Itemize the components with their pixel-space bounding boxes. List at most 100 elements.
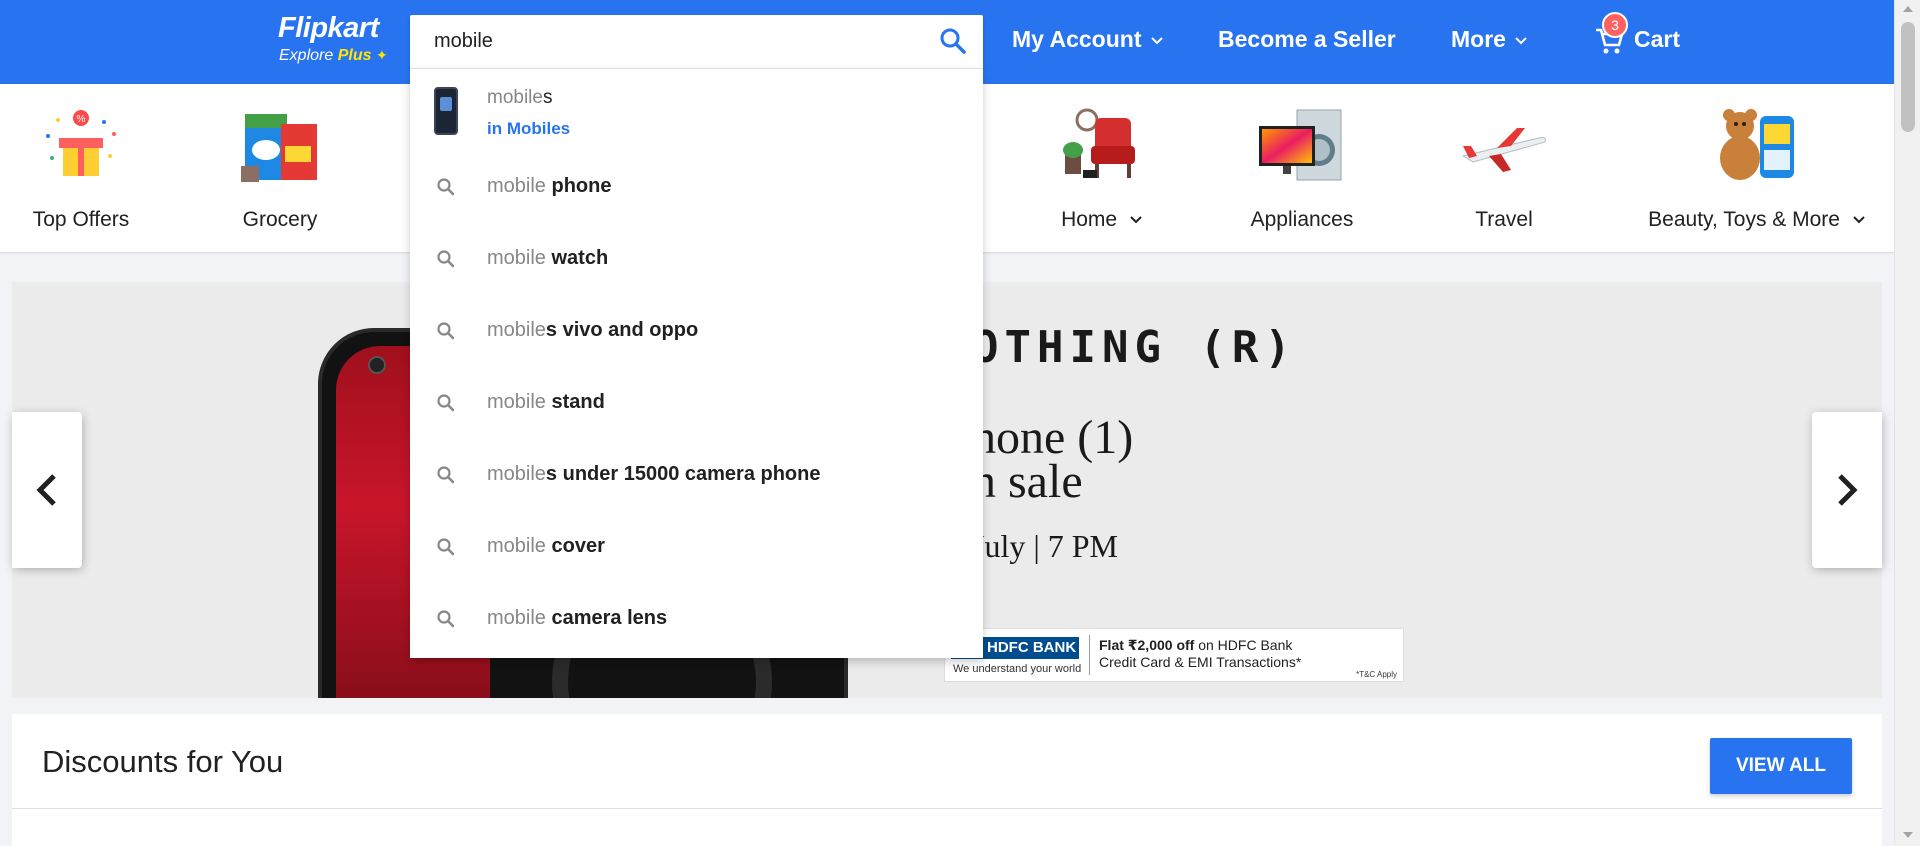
carousel-prev-button[interactable] bbox=[12, 412, 82, 568]
discounts-section: Discounts for You VIEW ALL bbox=[12, 714, 1882, 846]
offer-line-2: Credit Card & EMI Transactions* bbox=[1099, 654, 1302, 670]
suggestion-completion: stand bbox=[545, 391, 605, 413]
bank-offer-text: Flat ₹2,000 off on HDFC Bank Credit Card… bbox=[1099, 637, 1301, 671]
search-button[interactable] bbox=[939, 27, 969, 57]
category-label: Grocery bbox=[242, 208, 318, 231]
search-icon bbox=[437, 250, 455, 268]
suggestion-item[interactable]: mobile cover bbox=[410, 511, 983, 583]
suggestion-item[interactable]: mobile watch bbox=[410, 223, 983, 295]
search-icon bbox=[437, 610, 455, 628]
search-input[interactable] bbox=[410, 15, 930, 68]
flipkart-logo[interactable]: Flipkart Explore Plus ✦ bbox=[278, 12, 398, 68]
suggestion-item[interactable]: mobile camera lens bbox=[410, 583, 983, 655]
suggestion-completion: phone bbox=[545, 175, 612, 197]
suggestion-item[interactable]: mobile phone bbox=[410, 151, 983, 223]
cart-count-badge: 3 bbox=[1602, 12, 1628, 38]
view-all-button[interactable]: VIEW ALL bbox=[1710, 738, 1852, 794]
grocery-icon bbox=[241, 114, 317, 182]
suggestion-item[interactable]: mobile stand bbox=[410, 367, 983, 439]
category-top-offers[interactable]: % Top Offers bbox=[20, 84, 142, 252]
suggestion-text: mobile watch bbox=[487, 247, 608, 270]
logo-tagline-plus: Plus bbox=[337, 47, 372, 64]
suggestion-completion: s bbox=[542, 87, 553, 108]
category-label-text: Home bbox=[1061, 208, 1118, 231]
suggestion-completion: camera lens bbox=[545, 607, 668, 629]
category-grocery[interactable]: Grocery bbox=[230, 84, 330, 252]
suggestion-text: mobiles vivo and oppo bbox=[487, 319, 698, 342]
gift-box-icon: % bbox=[46, 110, 116, 176]
scroll-up-arrow[interactable] bbox=[1903, 6, 1913, 12]
logo-wordmark: Flipkart bbox=[278, 12, 379, 44]
category-travel[interactable]: Travel bbox=[1454, 84, 1554, 252]
banner-headline-2: n sale bbox=[972, 455, 1083, 508]
chevron-down-icon bbox=[1130, 216, 1142, 224]
section-title: Discounts for You bbox=[42, 744, 284, 779]
suggestion-query: mobile bbox=[487, 463, 546, 485]
category-label: Top Offers bbox=[32, 208, 130, 231]
my-account-label: My Account bbox=[1012, 26, 1142, 52]
suggestion-text: mobile phone bbox=[487, 175, 611, 198]
bank-offer-strip: HDFC BANK We understand your world Flat … bbox=[944, 628, 1404, 682]
suggestion-query: mobile bbox=[487, 87, 543, 108]
suggestion-query: mobile bbox=[487, 391, 546, 413]
search-icon bbox=[437, 322, 455, 340]
category-home[interactable]: Home bbox=[1040, 84, 1164, 252]
plus-star-icon: ✦ bbox=[375, 47, 388, 63]
more-menu[interactable]: More bbox=[1451, 26, 1528, 53]
phone-thumbnail-icon bbox=[434, 87, 458, 135]
suggestion-query: mobile bbox=[487, 319, 546, 341]
banner-brand: OTHING (R) bbox=[972, 322, 1297, 373]
suggestion-text: mobiles bbox=[487, 87, 552, 109]
category-label: Travel bbox=[1475, 208, 1533, 231]
cart-link[interactable]: Cart bbox=[1634, 26, 1680, 53]
suggestion-text: mobile stand bbox=[487, 391, 605, 414]
search-icon bbox=[437, 538, 455, 556]
suggestion-query: mobile bbox=[487, 535, 546, 557]
washing-machine-icon bbox=[1259, 109, 1342, 181]
suggestion-text: mobile cover bbox=[487, 535, 605, 558]
suggestion-completion: watch bbox=[545, 247, 609, 269]
category-label: Appliances bbox=[1250, 208, 1354, 231]
phone-camera bbox=[368, 356, 386, 374]
page-scrollbar[interactable] bbox=[1894, 0, 1920, 846]
logo-tagline-prefix: Explore bbox=[279, 47, 334, 64]
search-suggestions: mobiles in Mobiles mobile phone mobile wa… bbox=[410, 68, 983, 658]
my-account-menu[interactable]: My Account bbox=[1012, 26, 1164, 53]
armchair-icon bbox=[1063, 108, 1135, 178]
suggestion-item[interactable]: mobiles vivo and oppo bbox=[410, 295, 983, 367]
svg-text:%: % bbox=[77, 114, 86, 125]
become-seller-link[interactable]: Become a Seller bbox=[1218, 26, 1396, 53]
suggestion-text: mobile camera lens bbox=[487, 607, 667, 630]
carousel-next-button[interactable] bbox=[1812, 412, 1882, 568]
divider bbox=[1089, 635, 1090, 675]
suggestion-item-top[interactable]: mobiles in Mobiles bbox=[410, 69, 983, 151]
search-icon bbox=[437, 178, 455, 196]
divider bbox=[12, 808, 1882, 809]
hdfc-tagline: We understand your world bbox=[953, 663, 1082, 675]
suggestion-query: mobile bbox=[487, 175, 546, 197]
search-icon bbox=[437, 466, 455, 484]
suggestion-category: in Mobiles bbox=[487, 119, 571, 138]
logo-tagline: Explore Plus ✦ bbox=[279, 47, 388, 65]
more-label: More bbox=[1451, 26, 1506, 52]
category-label: Beauty, Toys & More bbox=[1648, 208, 1866, 232]
category-beauty-toys-more[interactable]: Beauty, Toys & More bbox=[1648, 84, 1866, 252]
suggestion-text: mobiles under 15000 camera phone bbox=[487, 463, 821, 486]
search-box bbox=[410, 15, 983, 68]
offer-rest: on HDFC Bank bbox=[1194, 637, 1293, 653]
search-icon bbox=[437, 394, 455, 412]
scroll-thumb[interactable] bbox=[1901, 22, 1915, 132]
chevron-left-icon bbox=[36, 474, 56, 506]
chevron-right-icon bbox=[1838, 474, 1858, 506]
category-appliances[interactable]: Appliances bbox=[1240, 84, 1364, 252]
chevron-down-icon bbox=[1853, 216, 1865, 224]
suggestion-item[interactable]: mobiles under 15000 camera phone bbox=[410, 439, 983, 511]
suggestion-query: mobile bbox=[487, 607, 546, 629]
search-icon bbox=[940, 28, 966, 54]
tnc-note: *T&C Apply bbox=[1356, 670, 1397, 679]
offer-highlight: Flat ₹2,000 off bbox=[1099, 637, 1195, 653]
category-label: Home bbox=[1040, 208, 1164, 232]
scroll-down-arrow[interactable] bbox=[1903, 832, 1913, 838]
chevron-down-icon bbox=[1150, 37, 1163, 45]
suggestion-completion: s vivo and oppo bbox=[545, 319, 699, 341]
